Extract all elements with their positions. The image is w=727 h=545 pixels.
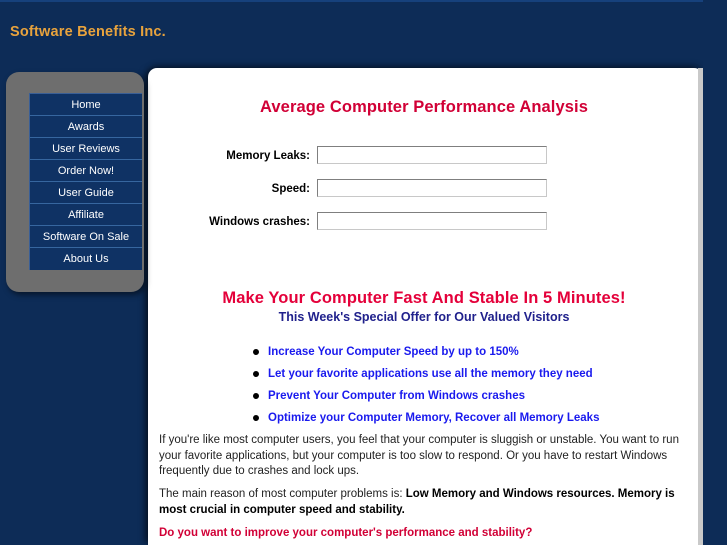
site-header: Software Benefits Inc. (0, 0, 727, 68)
promo-subheadline: This Week's Special Offer for Our Valued… (278, 310, 570, 324)
sidebar-item-awards[interactable]: Awards (30, 116, 142, 138)
benefit-text: Prevent Your Computer from Windows crash… (268, 390, 525, 402)
speed-label: Speed: (271, 183, 310, 195)
closing-question: Do you want to improve your computer's p… (159, 527, 533, 539)
form-row-memory-leaks: Memory Leaks: (160, 146, 560, 166)
right-edge-strip (703, 0, 727, 545)
list-item: Increase Your Computer Speed by up to 15… (250, 341, 680, 363)
sidebar-item-order-now[interactable]: Order Now! (30, 160, 142, 182)
sidebar-menu: Home Awards User Reviews Order Now! User… (29, 93, 142, 270)
windows-crashes-label: Windows crashes: (209, 216, 310, 228)
page-title: Average Computer Performance Analysis (259, 98, 588, 116)
benefit-text: Let your favorite applications use all t… (268, 368, 593, 380)
form-row-windows-crashes: Windows crashes: (160, 212, 560, 232)
windows-crashes-input[interactable] (317, 212, 547, 230)
bullet-dot-icon (253, 349, 259, 355)
bullet-dot-icon (253, 415, 259, 421)
benefit-text: Increase Your Computer Speed by up to 15… (268, 346, 519, 358)
bullet-dot-icon (253, 371, 259, 377)
list-item: Let your favorite applications use all t… (250, 363, 680, 385)
form-row-speed: Speed: (160, 179, 560, 199)
site-logo-text: Software Benefits Inc. (10, 24, 166, 40)
promo-headline: Make Your Computer Fast And Stable In 5 … (222, 289, 626, 307)
benefit-list: Increase Your Computer Speed by up to 15… (250, 341, 680, 429)
body-paragraph-2: The main reason of most computer problem… (159, 487, 687, 518)
speed-input[interactable] (317, 179, 547, 197)
sidebar-item-software-on-sale[interactable]: Software On Sale (30, 226, 142, 248)
sidebar-item-home[interactable]: Home (30, 94, 142, 116)
memory-leaks-label: Memory Leaks: (226, 150, 310, 162)
body-paragraph-1: If you're like most computer users, you … (159, 434, 679, 477)
sidebar-item-about-us[interactable]: About Us (30, 248, 142, 270)
sidebar-item-user-guide[interactable]: User Guide (30, 182, 142, 204)
paragraph-2-lead: The main reason of most computer problem… (159, 488, 406, 500)
sidebar-item-user-reviews[interactable]: User Reviews (30, 138, 142, 160)
benefit-text: Optimize your Computer Memory, Recover a… (268, 412, 600, 424)
bullet-dot-icon (253, 393, 259, 399)
sidebar-item-affiliate[interactable]: Affiliate (30, 204, 142, 226)
page-root: Software Benefits Inc. Home Awards User … (0, 0, 727, 545)
list-item: Prevent Your Computer from Windows crash… (250, 385, 680, 407)
memory-leaks-input[interactable] (317, 146, 547, 164)
list-item: Optimize your Computer Memory, Recover a… (250, 407, 680, 429)
